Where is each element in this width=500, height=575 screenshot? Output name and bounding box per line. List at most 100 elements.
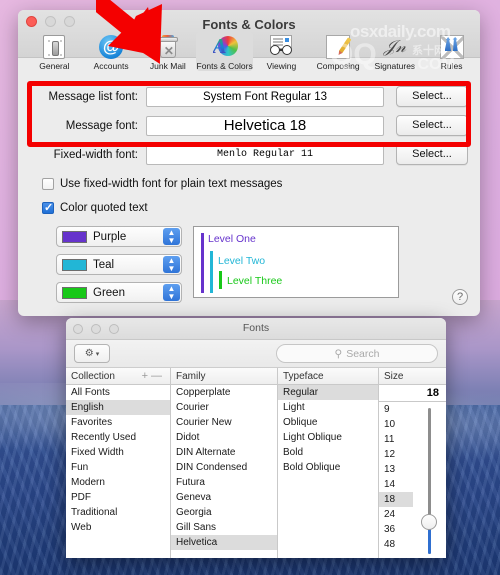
list-item[interactable]: Light Oblique (278, 430, 378, 445)
toolbar-item-general[interactable]: General (26, 32, 83, 71)
quote-level-two-text: Level Two (218, 255, 266, 267)
toolbar-item-viewing[interactable]: Viewing (253, 32, 310, 71)
list-item[interactable]: Modern (66, 475, 170, 490)
list-item[interactable]: 12 (379, 447, 413, 462)
collection-add-remove[interactable]: +— (142, 370, 165, 382)
list-item[interactable]: Traditional (66, 505, 170, 520)
list-item[interactable]: PDF (66, 490, 170, 505)
collection-column: Collection +— All Fonts English Favorite… (66, 368, 171, 558)
chevron-updown-icon[interactable]: ▲ ▼ (163, 256, 180, 273)
collection-list[interactable]: All Fonts English Favorites Recently Use… (66, 385, 170, 558)
quote-color-popup-level-one[interactable]: Purple ▲ ▼ (56, 226, 182, 247)
size-slider[interactable] (413, 402, 447, 558)
list-item[interactable]: DIN Alternate (171, 445, 277, 460)
quote-color-popup-level-three[interactable]: Green ▲ ▼ (56, 282, 182, 303)
toolbar-label: Composing (316, 61, 360, 71)
list-item[interactable]: Geneva (171, 490, 277, 505)
family-header: Family (171, 368, 277, 385)
chevron-down-icon: ▾ (95, 350, 100, 358)
chevron-updown-icon[interactable]: ▲ ▼ (163, 228, 180, 245)
collection-header-label: Collection (71, 370, 115, 382)
quote-color-popup-level-two[interactable]: Teal ▲ ▼ (56, 254, 182, 275)
list-item[interactable]: Georgia (171, 505, 277, 520)
composing-pencil-icon (323, 33, 353, 60)
typeface-column: Typeface Regular Light Oblique Light Obl… (278, 368, 379, 558)
color-swatch (62, 230, 87, 243)
gear-glyph: ⚙ (84, 348, 94, 359)
message-list-font-row: Message list font: System Font Regular 1… (18, 82, 480, 111)
fixed-width-font-select-button[interactable]: Select... (396, 144, 468, 165)
list-item[interactable]: 36 (379, 522, 413, 537)
size-input[interactable]: 18 (379, 385, 446, 402)
add-collection-icon[interactable]: + (142, 370, 151, 382)
toolbar-label: Viewing (266, 61, 297, 71)
quote-bar-level-three (219, 271, 222, 289)
list-item[interactable]: Gill Sans (171, 520, 277, 535)
list-item[interactable]: Favorites (66, 415, 170, 430)
collection-header: Collection +— (66, 368, 170, 385)
color-quoted-text-checkbox[interactable] (42, 201, 54, 215)
list-item[interactable]: 18 (379, 492, 413, 507)
list-item[interactable]: 14 (379, 477, 413, 492)
list-item[interactable]: Futura (171, 475, 277, 490)
mail-preferences-window: Fonts & Colors General @ Accounts ✕ Junk… (18, 10, 480, 316)
list-item[interactable]: Courier New (171, 415, 277, 430)
toolbar-label: Rules (440, 61, 463, 71)
list-item[interactable]: Regular (278, 385, 378, 400)
list-item[interactable]: Courier (171, 400, 277, 415)
remove-collection-icon[interactable]: — (151, 370, 165, 382)
list-item[interactable]: Didot (171, 430, 277, 445)
list-item[interactable]: 9 (379, 402, 413, 417)
list-item[interactable]: DIN Condensed (171, 460, 277, 475)
list-item[interactable]: Helvetica (171, 535, 277, 550)
toolbar-item-composing[interactable]: Composing (310, 32, 367, 71)
list-item[interactable]: 48 (379, 537, 413, 552)
fixed-width-font-row: Fixed-width font: Menlo Regular 11 Selec… (18, 140, 480, 169)
size-header-label: Size (384, 370, 404, 382)
help-button[interactable]: ? (452, 289, 468, 305)
list-item[interactable]: Web (66, 520, 170, 535)
typeface-list[interactable]: Regular Light Oblique Light Oblique Bold… (278, 385, 378, 558)
message-font-field[interactable]: Helvetica 18 (146, 115, 384, 136)
color-quoted-text-checkbox-row[interactable]: Color quoted text (18, 197, 480, 218)
list-item[interactable]: Bold Oblique (278, 460, 378, 475)
quote-level-three-text: Level Three (227, 275, 283, 287)
list-item[interactable]: Recently Used (66, 430, 170, 445)
family-list[interactable]: Copperplate Courier Courier New Didot DI… (171, 385, 277, 558)
message-font-select-button[interactable]: Select... (396, 115, 468, 136)
use-fixed-width-checkbox-row[interactable]: Use fixed-width font for plain text mess… (18, 173, 480, 194)
slider-knob[interactable] (421, 514, 438, 530)
gear-icon[interactable]: ⚙ ▾ (74, 344, 110, 363)
fonts-panel-title: Fonts (242, 322, 270, 334)
list-item[interactable]: Fun (66, 460, 170, 475)
list-item[interactable]: 13 (379, 462, 413, 477)
toolbar-item-rules[interactable]: Rules (423, 32, 480, 71)
list-item[interactable]: English (66, 400, 170, 415)
quote-bar-level-one (201, 233, 204, 293)
use-fixed-width-checkbox[interactable] (42, 177, 54, 190)
search-input[interactable]: ⚲ Search (276, 344, 438, 363)
list-item[interactable]: 10 (379, 417, 413, 432)
quote-color-popups: Purple ▲ ▼ Teal ▲ ▼ Green ▲ ▼ (56, 226, 182, 303)
fonts-colors-pane: Message list font: System Font Regular 1… (18, 82, 480, 303)
fonts-panel-titlebar: Fonts (66, 318, 446, 340)
message-list-font-field[interactable]: System Font Regular 13 (146, 86, 384, 107)
list-item[interactable]: Light (278, 400, 378, 415)
message-list-font-select-button[interactable]: Select... (396, 86, 468, 107)
use-fixed-width-label: Use fixed-width font for plain text mess… (60, 177, 283, 190)
signature-icon: 𝒥𝓃 (383, 37, 406, 56)
list-item[interactable]: Fixed Width (66, 445, 170, 460)
list-item[interactable]: Copperplate (171, 385, 277, 400)
slider-track (427, 408, 431, 554)
list-item[interactable]: 11 (379, 432, 413, 447)
chevron-updown-icon[interactable]: ▲ ▼ (163, 284, 180, 301)
list-item[interactable]: All Fonts (66, 385, 170, 400)
fixed-width-font-field[interactable]: Menlo Regular 11 (146, 144, 384, 165)
list-item[interactable]: 24 (379, 507, 413, 522)
list-item[interactable]: Oblique (278, 415, 378, 430)
toolbar-item-signatures[interactable]: 𝒥𝓃 Signatures (367, 32, 424, 71)
color-swatch (62, 286, 87, 299)
size-list[interactable]: 9 10 11 12 13 14 18 24 36 48 (379, 402, 413, 558)
fonts-panel-window: Fonts ⚙ ▾ ⚲ Search Collection +— All Fon… (66, 318, 446, 558)
list-item[interactable]: Bold (278, 445, 378, 460)
